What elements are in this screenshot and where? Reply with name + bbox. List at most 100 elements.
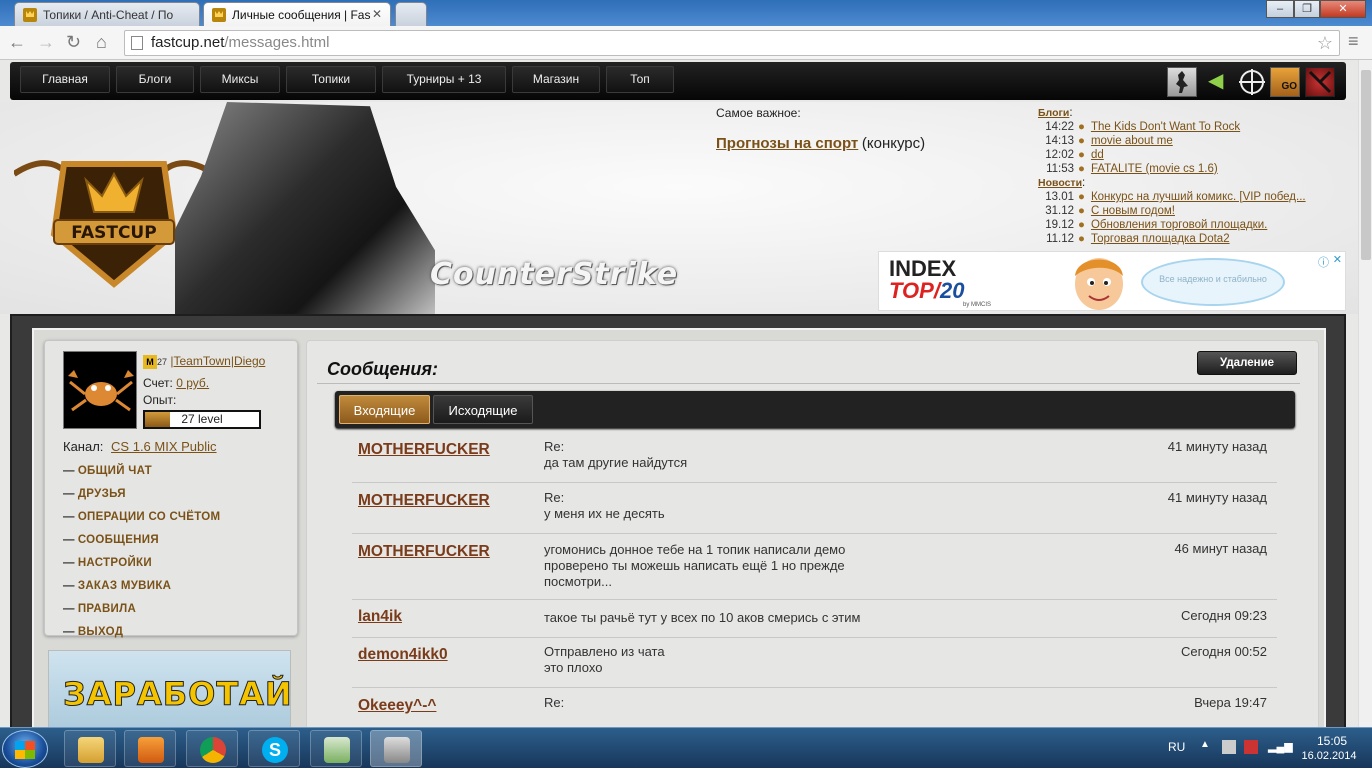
url-path: /messages.html bbox=[224, 34, 330, 51]
dota2-icon[interactable] bbox=[1305, 67, 1335, 97]
ad-banner[interactable]: INDEX TOP/20 by MMCIS Все надежно и стаб… bbox=[878, 251, 1346, 311]
blog-row: 12:02 ● dd bbox=[1038, 148, 1348, 162]
cs-taskbar-button[interactable] bbox=[370, 730, 422, 767]
tab-outbox[interactable]: Исходящие bbox=[433, 395, 533, 424]
blog-link[interactable]: The Kids Don't Want To Rock bbox=[1091, 121, 1240, 133]
signal-icon[interactable]: ▂▄▆ bbox=[1268, 740, 1293, 753]
messages-panel: Сообщения: Удаление Входящие Исходящие M… bbox=[306, 340, 1319, 727]
content-area: M 27 |TeamTown|Diego Счет: 0 руб. Опыт: 2… bbox=[32, 328, 1326, 727]
nav-tournaments[interactable]: Турниры + 13 bbox=[382, 66, 506, 93]
news-heading[interactable]: Новости bbox=[1038, 177, 1082, 189]
menu-item-logout[interactable]: — ВЫХОД bbox=[63, 626, 123, 638]
avatar[interactable] bbox=[63, 351, 137, 429]
menu-item-order-movie[interactable]: — ЗАКАЗ МУВИКА bbox=[63, 580, 171, 592]
message-row[interactable]: demon4ikk0 Отправлено из чата это плохо С… bbox=[352, 642, 1277, 688]
nav-blogs[interactable]: Блоги bbox=[116, 66, 194, 93]
tab-inbox[interactable]: Входящие bbox=[339, 395, 430, 424]
browser-tab-active[interactable]: Личные сообщения | Fas ✕ bbox=[203, 2, 391, 27]
nav-shop[interactable]: Магазин bbox=[512, 66, 600, 93]
bookmark-star-icon[interactable]: ☆ bbox=[1317, 31, 1333, 55]
sender-link[interactable]: Okeeey^-^ bbox=[358, 697, 436, 715]
menu-icon[interactable]: ≡ bbox=[1348, 31, 1359, 51]
skype-taskbar-button[interactable]: S bbox=[248, 730, 300, 767]
network-icon[interactable] bbox=[1222, 740, 1236, 754]
sender-link[interactable]: lan4ik bbox=[358, 608, 402, 626]
new-tab-button[interactable] bbox=[395, 2, 427, 26]
delete-button[interactable]: Удаление bbox=[1197, 351, 1297, 375]
clock-date[interactable]: 16.02.2014 bbox=[1292, 750, 1366, 762]
blog-link[interactable]: dd bbox=[1091, 149, 1104, 161]
message-text: угомонись донное тебе на 1 топик написал… bbox=[544, 542, 846, 589]
message-text: да там другие найдутся bbox=[544, 455, 688, 470]
forward-icon[interactable]: → bbox=[37, 32, 55, 52]
channel-link[interactable]: CS 1.6 MIX Public bbox=[111, 439, 217, 454]
menu-item-settings[interactable]: — НАСТРОЙКИ bbox=[63, 557, 152, 569]
crosshair-icon[interactable] bbox=[1237, 67, 1267, 97]
counterstrike-title: CounterStrike bbox=[430, 257, 679, 292]
message-row[interactable]: MOTHERFUCKER Re: у меня их не десять 41 м… bbox=[352, 488, 1277, 534]
sender-link[interactable]: MOTHERFUCKER bbox=[358, 492, 490, 510]
browser-tab[interactable]: Топики / Anti-Cheat / По bbox=[14, 2, 200, 26]
news-link[interactable]: Торговая площадка Dota2 bbox=[1091, 233, 1230, 245]
nav-home[interactable]: Главная bbox=[20, 66, 110, 93]
media-taskbar-button[interactable] bbox=[124, 730, 176, 767]
menu-item-general-chat[interactable]: — ОБЩИЙ ЧАТ bbox=[63, 465, 152, 477]
message-row[interactable]: MOTHERFUCKER Re: да там другие найдутся 4… bbox=[352, 437, 1277, 483]
nav-top[interactable]: Топ bbox=[606, 66, 674, 93]
news-link[interactable]: Конкурс на лучший комикс. [VIP побед... bbox=[1091, 191, 1306, 203]
news-link[interactable]: С новым годом! bbox=[1091, 205, 1175, 217]
close-ad-icon[interactable]: ✕ bbox=[1333, 253, 1342, 266]
sender-link[interactable]: demon4ikk0 bbox=[358, 646, 448, 664]
back-icon[interactable]: ← bbox=[8, 32, 26, 52]
blogs-heading[interactable]: Блоги bbox=[1038, 107, 1069, 119]
important-suffix: (конкурс) bbox=[861, 135, 926, 152]
tray-expand-icon[interactable]: ▲ bbox=[1200, 739, 1210, 750]
sender-link[interactable]: MOTHERFUCKER bbox=[358, 441, 490, 459]
menu-label: ВЫХОД bbox=[77, 626, 124, 638]
csgo-icon[interactable]: GO bbox=[1270, 67, 1300, 97]
close-window-icon[interactable]: ✕ bbox=[1320, 0, 1366, 18]
scrollbar-thumb[interactable] bbox=[1361, 70, 1371, 260]
adchoices-icon[interactable]: ⓘ bbox=[1318, 254, 1329, 270]
news-link[interactable]: Обновления торговой площадки. bbox=[1091, 219, 1267, 231]
clock-time[interactable]: 15:05 bbox=[1302, 734, 1362, 748]
message-row[interactable]: lan4ik такое ты рачьё тут у всех по 10 а… bbox=[352, 604, 1277, 638]
language-indicator[interactable]: RU bbox=[1168, 740, 1185, 754]
menu-label: НАСТРОЙКИ bbox=[77, 557, 152, 569]
important-link[interactable]: Прогнозы на спорт bbox=[716, 135, 858, 152]
message-row[interactable]: MOTHERFUCKER угомонись донное тебе на 1 … bbox=[352, 539, 1277, 600]
page-scrollbar[interactable] bbox=[1358, 60, 1372, 727]
app-icon bbox=[324, 737, 350, 763]
close-tab-icon[interactable]: ✕ bbox=[372, 7, 382, 21]
menu-label: ОБЩИЙ ЧАТ bbox=[77, 465, 153, 477]
sender-link[interactable]: MOTHERFUCKER bbox=[358, 543, 490, 561]
reload-icon[interactable]: ↻ bbox=[66, 32, 81, 52]
folder-icon bbox=[78, 737, 104, 763]
blog-time: 14:22 bbox=[1045, 121, 1074, 133]
menu-item-account-operations[interactable]: — ОПЕРАЦИИ СО СЧЁТОМ bbox=[63, 511, 220, 523]
username-link[interactable]: |TeamTown|Diego bbox=[170, 354, 265, 368]
start-button[interactable] bbox=[2, 730, 48, 768]
chrome-taskbar-button[interactable] bbox=[186, 730, 238, 767]
blog-time: 12:02 bbox=[1045, 149, 1074, 161]
explorer-taskbar-button[interactable] bbox=[64, 730, 116, 767]
address-bar[interactable]: fastcup.net/messages.html ☆ bbox=[124, 30, 1340, 56]
blog-link[interactable]: movie about me bbox=[1091, 135, 1173, 147]
account-value[interactable]: 0 руб. bbox=[176, 376, 209, 390]
security-icon[interactable] bbox=[1244, 740, 1258, 754]
maximize-icon[interactable]: ❐ bbox=[1294, 0, 1320, 18]
channel-label: Канал: bbox=[63, 439, 104, 454]
app-taskbar-button[interactable] bbox=[310, 730, 362, 767]
home-icon[interactable]: ⌂ bbox=[96, 32, 107, 52]
blog-link[interactable]: FATALITE (movie cs 1.6) bbox=[1091, 163, 1218, 175]
menu-item-rules[interactable]: — ПРАВИЛА bbox=[63, 603, 136, 615]
minimize-icon[interactable]: – bbox=[1266, 0, 1294, 18]
nav-topics[interactable]: Топики bbox=[286, 66, 376, 93]
earn-banner[interactable]: ЗАРАБОТАЙ bbox=[48, 650, 292, 727]
cs-icon[interactable] bbox=[1167, 67, 1197, 97]
nav-mixes[interactable]: Миксы bbox=[200, 66, 280, 93]
menu-item-messages[interactable]: — СООБЩЕНИЯ bbox=[63, 534, 159, 546]
menu-item-friends[interactable]: — ДРУЗЬЯ bbox=[63, 488, 126, 500]
menu-label: ЗАКАЗ МУВИКА bbox=[77, 580, 172, 592]
message-row[interactable]: Okeeey^-^ Re: Вчера 19:47 bbox=[352, 693, 1277, 727]
